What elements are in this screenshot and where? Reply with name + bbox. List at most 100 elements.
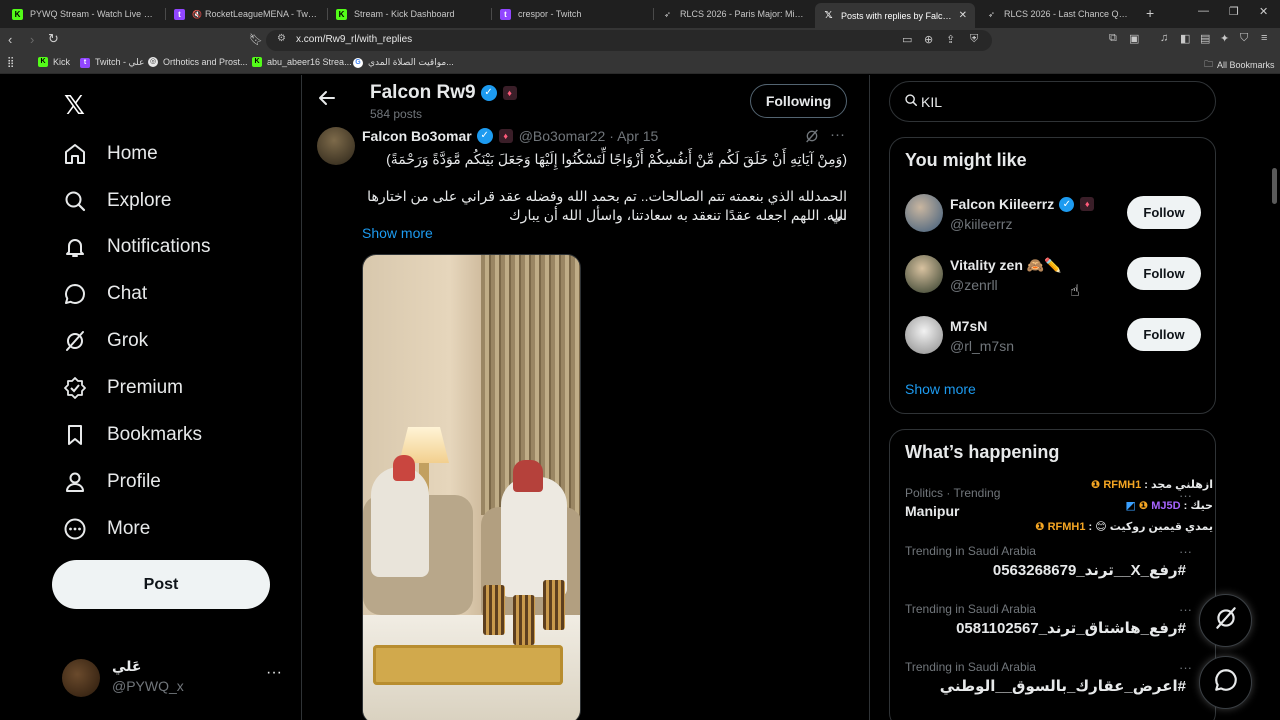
bookmark-item[interactable]: ◎ Orthotics and Prost... — [148, 57, 248, 67]
kick-icon: K — [336, 8, 347, 20]
nav-profile[interactable]: Profile — [62, 467, 161, 497]
alert-icon: ❶ — [1138, 500, 1149, 512]
site-settings-icon[interactable]: ⚙ — [277, 33, 286, 44]
nav-more[interactable]: More — [62, 514, 150, 544]
following-button[interactable]: Following — [750, 84, 847, 118]
avatar — [905, 255, 943, 293]
chat-icon — [62, 281, 88, 307]
timeline-column: Falcon Rw9 ✓ ♦ 584 posts Following Falco… — [301, 75, 870, 720]
browser-tab[interactable]: ➶ RLCS 2026 - Paris Major: Middle East — [654, 3, 812, 25]
affiliate-badge-icon: ♦ — [502, 86, 517, 100]
bookmark-page-icon[interactable]: 🔖︎ — [249, 33, 263, 46]
browser-tab[interactable]: t 🔇 RocketLeagueMENA - Twitch — [166, 3, 326, 25]
follow-button[interactable]: Follow — [1127, 318, 1201, 351]
browser-tab[interactable]: K Stream - Kick Dashboard — [328, 3, 490, 25]
grok-icon — [62, 328, 88, 354]
bookmark-item[interactable]: G مواقيت الصلاة المدي... — [353, 57, 454, 68]
verified-icon: ✓ — [480, 85, 497, 101]
hand-cursor-icon: ☝ — [1070, 283, 1080, 300]
more-icon[interactable]: ··· — [266, 664, 282, 682]
menu-icon[interactable]: ≡ — [1261, 32, 1267, 44]
follow-button[interactable]: Follow — [1127, 257, 1201, 290]
grok-icon[interactable] — [804, 128, 820, 147]
premium-icon — [62, 375, 88, 401]
x-logo-icon[interactable]: 𝕏 — [64, 90, 85, 121]
tweet-text-line: لي.. اللهم اجعله عقدًا تنعقد به سعادتنا،… — [509, 207, 847, 223]
wallet-icon[interactable]: ▤ — [1200, 32, 1210, 45]
bookmark-item[interactable]: K abu_abeer16 Strea... — [252, 57, 352, 67]
search-input[interactable]: KIL — [889, 81, 1216, 122]
account-switcher[interactable]: عَلي @PYWQ_x ··· — [62, 656, 284, 700]
ai-icon[interactable]: ✦ — [1220, 32, 1229, 45]
vpn-icon[interactable]: ⛉ — [1240, 32, 1248, 45]
page-scrollbar[interactable] — [1272, 168, 1277, 204]
nav-chat[interactable]: Chat — [62, 279, 147, 309]
bookmark-item[interactable]: K Kick — [38, 57, 70, 67]
nav-home[interactable]: Home — [62, 139, 158, 169]
follow-button[interactable]: Follow — [1127, 196, 1201, 229]
close-tab-icon[interactable]: ✕ — [953, 10, 967, 21]
new-tab-button[interactable]: + — [1146, 5, 1154, 21]
suggestion-item[interactable]: Vitality zen 🙈✏️ @zenrll Follow — [905, 253, 1201, 297]
close-window-icon[interactable]: ✕ — [1259, 5, 1268, 18]
rl-icon: ➶ — [988, 9, 995, 19]
nav-explore[interactable]: Explore — [62, 186, 171, 216]
affiliate-badge-icon: ♦ — [498, 129, 513, 143]
chat-overlay-line: ازهلني مجد : RFMH1 ❶ — [1090, 479, 1213, 491]
chat-overlay-line: يمدي قيمين روكيت 😊 : RFMH1 ❶ — [1035, 521, 1213, 533]
screenshot-icon[interactable]: ▣ — [1129, 32, 1139, 45]
all-bookmarks[interactable]: 🗀 All Bookmarks — [1204, 57, 1275, 73]
apps-icon[interactable]: ⣿ — [7, 57, 14, 68]
nav-premium[interactable]: Premium — [62, 373, 183, 403]
back-icon[interactable]: ‹ — [8, 32, 12, 47]
install-app-icon[interactable]: ▭ — [902, 33, 912, 46]
post-button[interactable]: Post — [52, 560, 270, 609]
suggestion-item[interactable]: M7sN @rl_m7sn Follow — [905, 314, 1201, 358]
trend-item[interactable]: Trending in Saudi Arabia #رفع_X__ترند_05… — [905, 544, 1201, 579]
media-icon[interactable]: ♫ — [1160, 32, 1168, 44]
bookmarks-bar: ⣿ K Kick t Twitch - علي ◎ Orthotics and … — [0, 53, 1280, 74]
browser-tab-active[interactable]: 𝕏 Posts with replies by Falcon Rw9 ✕ — [815, 3, 975, 28]
grok-fab-button[interactable] — [1199, 594, 1252, 647]
share-icon[interactable]: ⇪ — [946, 33, 955, 46]
show-more-link[interactable]: Show more — [362, 225, 433, 241]
restore-icon[interactable]: ❐ — [1229, 5, 1239, 18]
more-icon[interactable]: ··· — [830, 126, 845, 143]
more-circle-icon — [62, 516, 88, 542]
more-icon[interactable]: ··· — [1179, 602, 1192, 617]
forward-icon[interactable]: › — [30, 32, 34, 47]
show-more-link[interactable]: Show more — [905, 381, 976, 397]
trend-item[interactable]: Trending in Saudi Arabia #اعرض_عقارك_بال… — [905, 660, 1201, 695]
tweet-avatar[interactable] — [317, 127, 355, 165]
trend-item[interactable]: Trending in Saudi Arabia #رفع_هاشتاق_ترن… — [905, 602, 1201, 637]
suggestion-item[interactable]: Falcon Kiileerrz ✓ ♦ @kiileerrz Follow — [905, 192, 1201, 236]
minimize-icon[interactable]: — — [1198, 5, 1209, 17]
muted-speaker-icon: 🔇 — [192, 9, 202, 19]
url-bar[interactable]: ⚙ x.com/Rw9_rl/with_replies ▭ ⊕ ⇪ ⛨ — [266, 30, 992, 51]
post-count: 584 posts — [370, 107, 423, 121]
chat-fab-button[interactable] — [1199, 656, 1252, 709]
nav-notifications[interactable]: Notifications — [62, 232, 211, 262]
nav-bookmarks[interactable]: Bookmarks — [62, 420, 202, 450]
browser-tab[interactable]: t crespor - Twitch — [492, 3, 652, 25]
more-icon[interactable]: ··· — [1179, 660, 1192, 675]
tweet-photo[interactable] — [362, 254, 581, 720]
bookmark-item[interactable]: t Twitch - علي — [80, 57, 144, 68]
browser-tab[interactable]: ➶ RLCS 2026 - Last Chance Qualifier: R..… — [978, 3, 1138, 25]
shield-icon[interactable]: ⛨ — [970, 33, 978, 46]
avatar — [62, 659, 100, 697]
nav-grok[interactable]: Grok — [62, 326, 148, 356]
google-icon: G — [353, 57, 363, 68]
sidebar-icon[interactable]: ◧ — [1180, 32, 1190, 45]
more-icon[interactable]: ··· — [1179, 544, 1192, 559]
bookmark-icon — [62, 422, 88, 448]
browser-tab[interactable]: K PYWQ Stream - Watch Live on Kick — [4, 3, 164, 25]
x-icon: 𝕏 — [824, 10, 833, 21]
back-arrow-icon[interactable] — [318, 89, 336, 112]
verified-icon: ✓ — [1059, 196, 1075, 212]
zoom-icon[interactable]: ⊕ — [924, 33, 933, 46]
bell-icon — [62, 234, 88, 260]
extensions-icon[interactable]: ⧉ — [1109, 32, 1117, 45]
reload-icon[interactable]: ↻ — [48, 31, 59, 47]
folder-icon: 🗀 — [1204, 59, 1214, 69]
